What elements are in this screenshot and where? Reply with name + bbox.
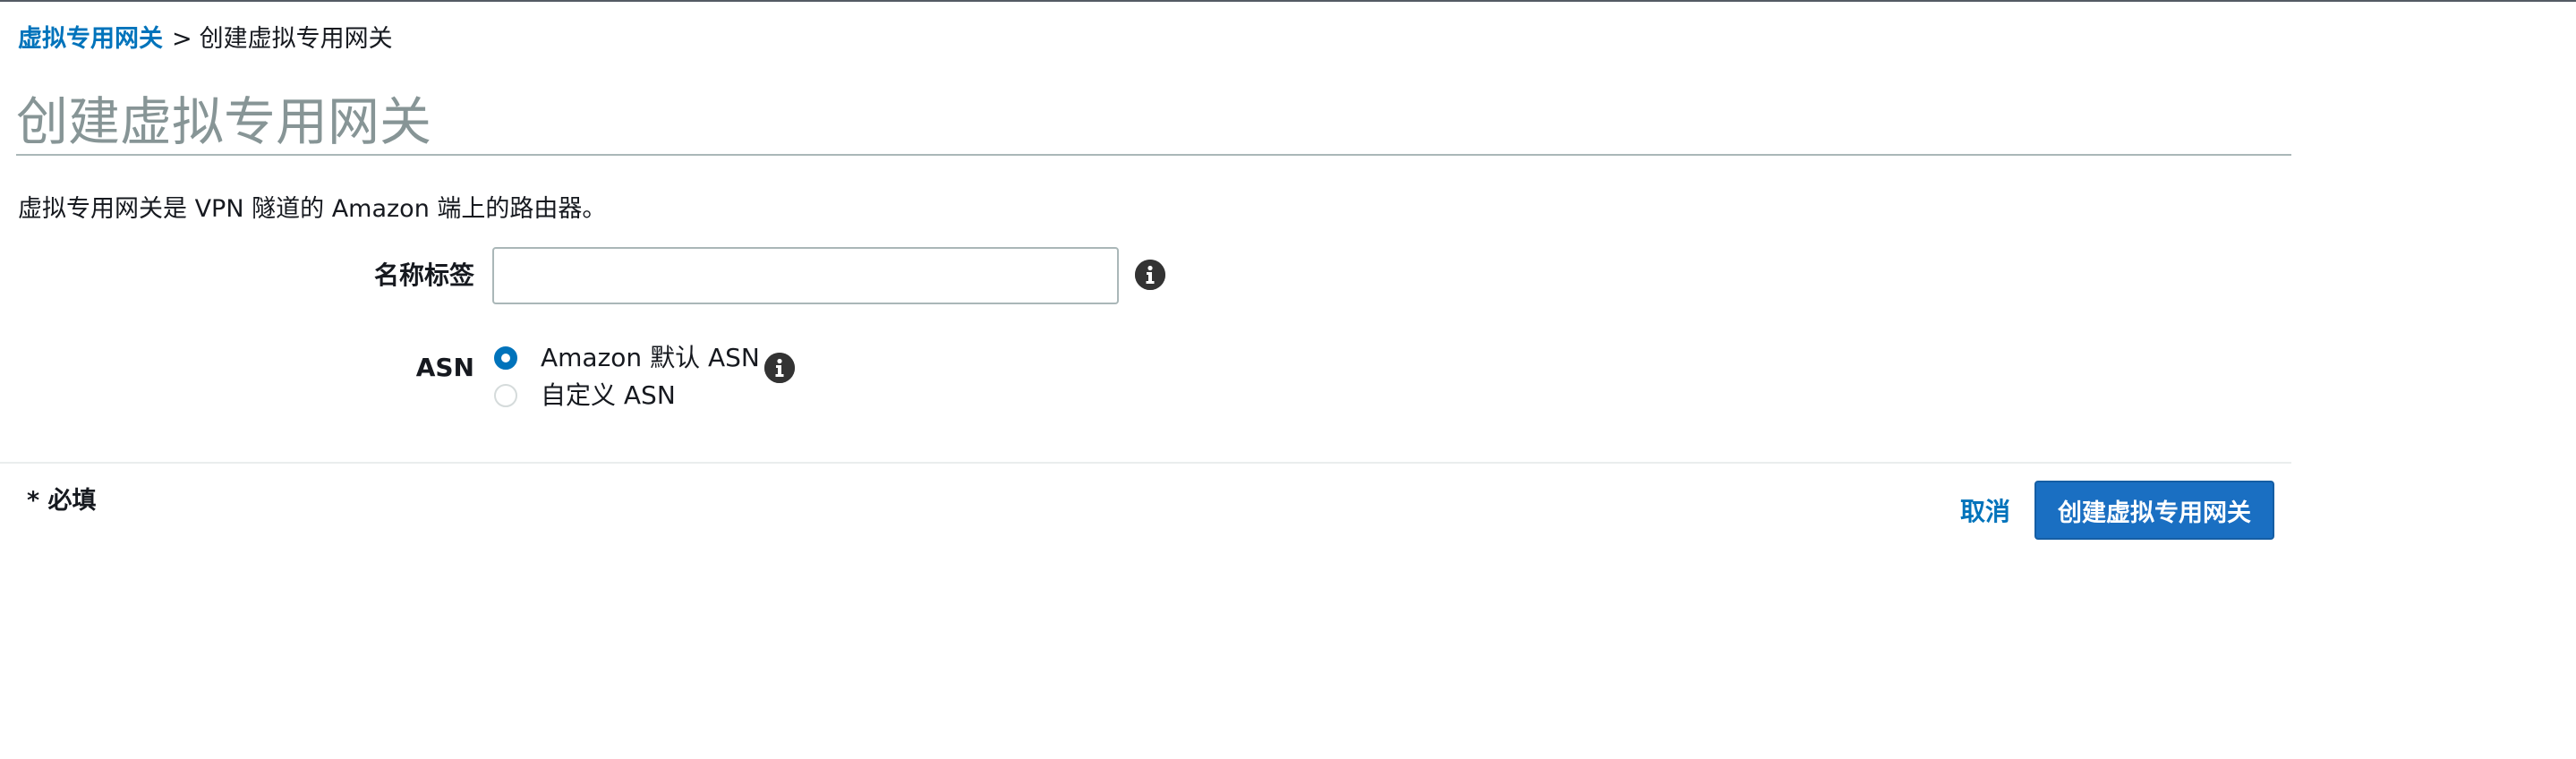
footer-divider xyxy=(0,462,2291,464)
asn-option-custom[interactable]: 自定义 ASN xyxy=(494,380,676,412)
name-tag-label: 名称标签 xyxy=(373,260,474,290)
radio-unchecked-icon[interactable] xyxy=(494,384,517,407)
breadcrumb-parent-link[interactable]: 虚拟专用网关 xyxy=(18,25,163,53)
breadcrumb-separator: > xyxy=(172,25,192,53)
title-divider xyxy=(16,154,2291,156)
asn-option-label: 自定义 ASN xyxy=(541,380,676,410)
top-border xyxy=(0,0,2576,2)
page-description: 虚拟专用网关是 VPN 隧道的 Amazon 端上的路由器。 xyxy=(18,195,607,223)
page-title: 创建虚拟专用网关 xyxy=(16,91,432,152)
required-note: * 必填 xyxy=(27,487,97,515)
radio-checked-icon[interactable] xyxy=(494,346,517,370)
cancel-button[interactable]: 取消 xyxy=(1960,496,2010,528)
breadcrumb: 虚拟专用网关 > 创建虚拟专用网关 xyxy=(18,23,393,55)
name-tag-input[interactable] xyxy=(492,247,1119,304)
breadcrumb-current: 创建虚拟专用网关 xyxy=(199,25,393,53)
asn-option-amazon-default[interactable]: Amazon 默认 ASN xyxy=(494,342,760,374)
info-icon[interactable] xyxy=(764,353,795,383)
create-virtual-private-gateway-button[interactable]: 创建虚拟专用网关 xyxy=(2034,481,2274,540)
info-icon[interactable] xyxy=(1135,260,1165,290)
asn-option-label: Amazon 默认 ASN xyxy=(541,343,760,372)
asn-label: ASN xyxy=(415,353,474,382)
